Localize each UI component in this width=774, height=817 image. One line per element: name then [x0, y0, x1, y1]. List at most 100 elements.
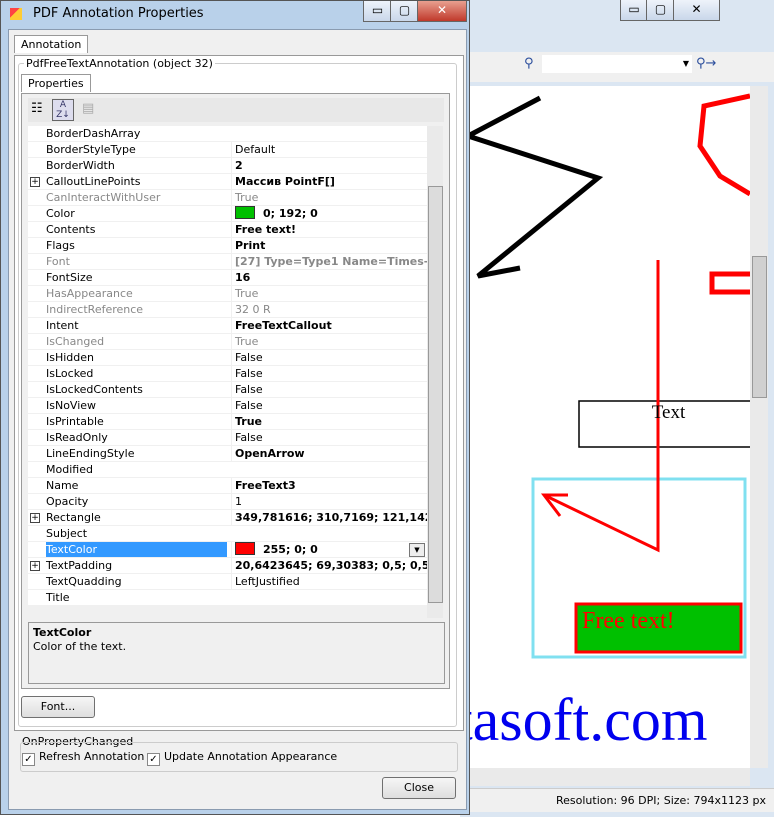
property-row[interactable]: Font [27] Type=Type1 Name=Times-Roman — [28, 254, 431, 270]
property-row[interactable]: IsLocked False — [28, 366, 427, 382]
property-row[interactable]: IsChanged True — [28, 334, 427, 350]
property-name: Flags — [46, 239, 75, 252]
close-window-button[interactable]: ✕ — [417, 1, 467, 22]
property-row[interactable]: + CalloutLinePoints Массив PointF[] — [28, 174, 427, 190]
alphabetical-icon[interactable]: A Z↓ — [52, 99, 74, 121]
property-row[interactable]: Title — [28, 590, 427, 606]
property-value[interactable]: FreeTextCallout — [231, 318, 431, 333]
refresh-annotation-checkbox[interactable]: ✓ Refresh Annotation — [22, 750, 144, 766]
property-value-text: 32 0 R — [235, 303, 271, 316]
property-value[interactable]: False — [231, 430, 431, 445]
property-value[interactable]: 2 — [231, 158, 431, 173]
property-row[interactable]: BorderWidth 2 — [28, 158, 427, 174]
tab-properties[interactable]: Properties — [21, 74, 91, 92]
property-row[interactable]: IsLockedContents False — [28, 382, 427, 398]
property-name: HasAppearance — [46, 287, 133, 300]
close-button[interactable]: Close — [382, 777, 456, 799]
property-row[interactable]: IsPrintable True — [28, 414, 427, 430]
property-row[interactable]: + Rectangle 349,781616; 310,7169; 121,1423… — [28, 510, 431, 526]
property-row[interactable]: IsHidden False — [28, 350, 427, 366]
property-pages-icon[interactable]: ▤ — [82, 101, 94, 116]
property-row[interactable]: Contents Free text! — [28, 222, 427, 238]
property-row[interactable]: IsReadOnly False — [28, 430, 427, 446]
scroll-thumb[interactable] — [752, 256, 767, 398]
property-value[interactable]: FreeText3 — [231, 478, 431, 493]
property-value[interactable]: 0; 192; 0 — [231, 206, 431, 221]
checkbox-icon[interactable]: ✓ — [22, 753, 35, 766]
grid-scrollbar[interactable] — [427, 126, 443, 618]
property-value[interactable]: False — [231, 350, 431, 365]
property-value[interactable]: OpenArrow — [231, 446, 431, 461]
property-row[interactable]: Color 0; 192; 0 — [28, 206, 427, 222]
property-row[interactable]: HasAppearance True — [28, 286, 427, 302]
property-row[interactable]: BorderStyleType Default — [28, 142, 427, 158]
expand-icon[interactable]: + — [30, 513, 40, 523]
maximize-button[interactable]: ▢ — [390, 1, 419, 22]
property-value-text: Default — [235, 143, 276, 156]
property-row[interactable]: LineEndingStyle OpenArrow — [28, 446, 427, 462]
viewer-vertical-scrollbar[interactable] — [750, 86, 768, 768]
search-combobox[interactable]: ▼ — [542, 55, 692, 73]
property-value[interactable]: True — [231, 414, 431, 429]
document-view[interactable]: Text Free text! tasoft.com — [468, 86, 750, 768]
help-pane: TextColor Color of the text. — [28, 622, 445, 684]
property-value[interactable]: True — [231, 286, 431, 301]
property-value[interactable]: LeftJustified — [231, 574, 431, 589]
viewer-maximize-button[interactable]: ▢ — [646, 0, 675, 21]
property-row[interactable]: BorderDashArray — [28, 126, 427, 142]
minimize-button[interactable]: ▭ — [363, 1, 392, 22]
property-row[interactable]: Opacity 1 — [28, 494, 427, 510]
update-appearance-checkbox[interactable]: ✓ Update Annotation Appearance — [147, 750, 337, 766]
property-value[interactable]: 349,781616; 310,7169; 121,14236 — [231, 510, 431, 525]
find-next-icon[interactable]: ⚲→ — [696, 56, 716, 71]
property-value[interactable]: 16 — [231, 270, 431, 285]
property-value[interactable]: 20,6423645; 69,30383; 0,5; 0,5 — [231, 558, 431, 573]
property-value[interactable]: False — [231, 366, 431, 381]
property-value[interactable]: 255; 0; 0 — [231, 542, 431, 557]
property-name: IsNoView — [46, 399, 97, 412]
find-icon[interactable]: ⚲ — [524, 56, 534, 71]
property-value[interactable]: False — [231, 382, 431, 397]
group-title: PdfFreeTextAnnotation (object 32) — [24, 57, 215, 70]
property-value[interactable]: [27] Type=Type1 Name=Times-Roman — [231, 254, 431, 269]
viewer-minimize-button[interactable]: ▭ — [620, 0, 648, 21]
property-row[interactable]: IsNoView False — [28, 398, 427, 414]
grid-scroll-thumb[interactable] — [428, 186, 443, 603]
property-row[interactable]: Modified — [28, 462, 427, 478]
property-row[interactable]: + TextPadding 20,6423645; 69,30383; 0,5; 0… — [28, 558, 429, 574]
property-name: Font — [46, 255, 70, 268]
property-value[interactable]: False — [231, 398, 431, 413]
categorized-icon[interactable]: ☷ — [31, 101, 43, 116]
property-row[interactable]: TextQuadding LeftJustified — [28, 574, 427, 590]
property-value-text: False — [235, 383, 263, 396]
dropdown-arrow-icon[interactable]: ▼ — [409, 543, 425, 557]
property-row[interactable]: Subject — [28, 526, 427, 542]
property-row[interactable]: CanInteractWithUser True — [28, 190, 427, 206]
viewer-close-button[interactable]: ✕ — [673, 0, 720, 21]
property-name: IsLocked — [46, 367, 94, 380]
property-value[interactable]: 32 0 R — [231, 302, 431, 317]
property-value[interactable]: Массив PointF[] — [231, 174, 431, 189]
property-value[interactable]: True — [231, 334, 431, 349]
property-row[interactable]: Name FreeText3 — [28, 478, 427, 494]
viewer-horizontal-scrollbar[interactable] — [468, 768, 750, 786]
property-value[interactable]: Free text! — [231, 222, 431, 237]
property-name: Intent — [46, 319, 79, 332]
checkbox-icon[interactable]: ✓ — [147, 753, 160, 766]
property-row[interactable]: FontSize 16 — [28, 270, 427, 286]
property-value[interactable]: True — [231, 190, 431, 205]
tab-annotation[interactable]: Annotation — [14, 35, 89, 53]
free-text-label: Free text! — [582, 608, 675, 634]
property-row[interactable]: TextColor 255; 0; 0 ▼ — [28, 542, 427, 558]
property-row[interactable]: Flags Print — [28, 238, 427, 254]
expand-icon[interactable]: + — [30, 177, 40, 187]
property-value-text: True — [235, 335, 259, 348]
property-row[interactable]: Intent FreeTextCallout — [28, 318, 427, 334]
property-row[interactable]: IndirectReference 32 0 R — [28, 302, 427, 318]
font-button[interactable]: Font... — [21, 696, 95, 718]
property-name: BorderStyleType — [46, 143, 136, 156]
property-value[interactable]: Print — [231, 238, 431, 253]
expand-icon[interactable]: + — [30, 561, 40, 571]
property-value[interactable]: 1 — [231, 494, 431, 509]
property-value[interactable]: Default — [231, 142, 431, 157]
